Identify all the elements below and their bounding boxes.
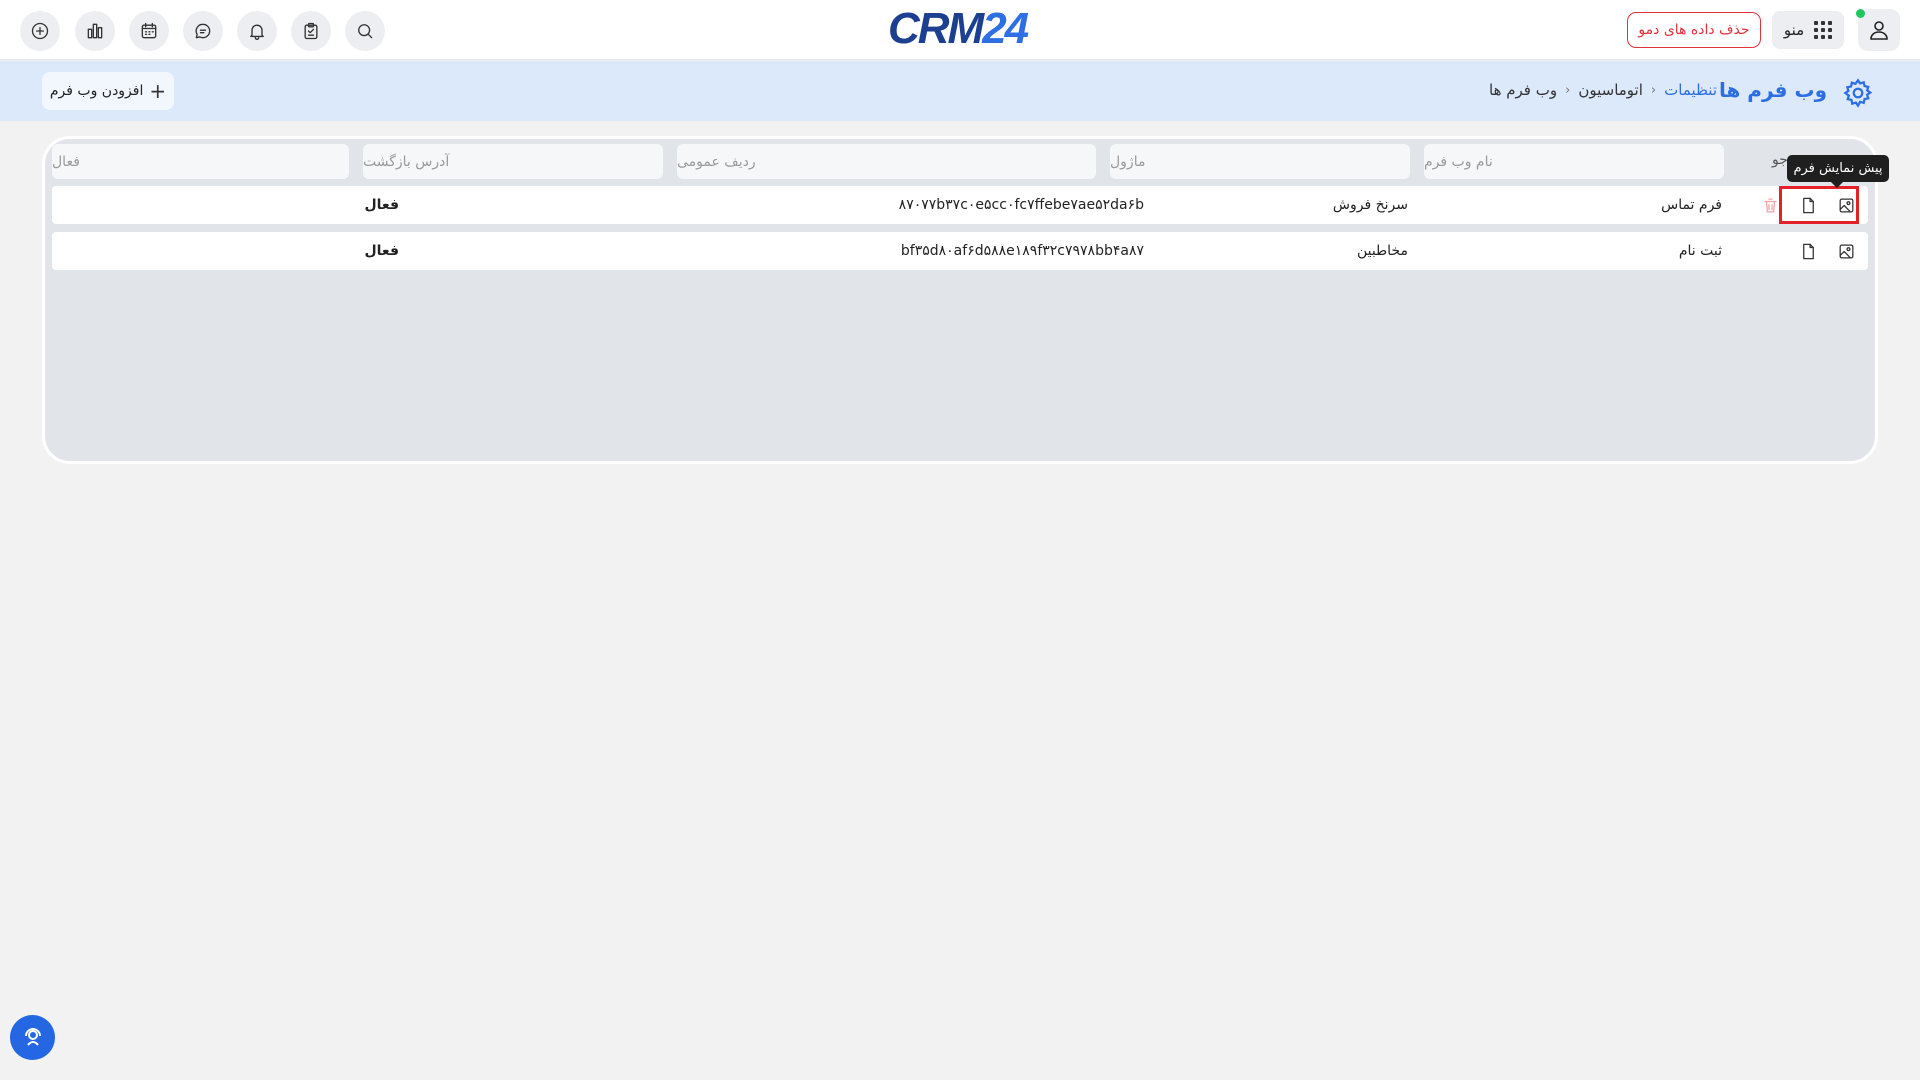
online-status-dot xyxy=(1856,9,1865,18)
filter-form-name[interactable]: نام وب فرم xyxy=(1424,144,1724,179)
trash-icon xyxy=(1763,198,1777,212)
search-button[interactable] xyxy=(345,11,385,51)
preview-highlight-box xyxy=(1779,186,1859,224)
apps-grid-icon xyxy=(1814,21,1833,39)
breadcrumb-current: وب فرم ها xyxy=(1489,81,1558,99)
add-circle-button[interactable] xyxy=(20,11,60,51)
crm24-logo[interactable]: CRM 24 xyxy=(888,4,1029,53)
filter-public-id[interactable]: ردیف عمومی xyxy=(677,144,1096,179)
row-status: فعال xyxy=(364,197,399,213)
row-module: سرنخ فروش xyxy=(1332,197,1408,213)
preview-tooltip: پیش نمایش فرم xyxy=(1787,155,1889,188)
table-row: فرم تماس سرنخ فروش ۸۷۰۷۷b۳۷c۰e۵cc۰fc۷ffe… xyxy=(52,186,1868,224)
row-public-id: ۸۷۰۷۷b۳۷c۰e۵cc۰fc۷ffebe۷ae۵۲da۶b xyxy=(898,197,1144,213)
breadcrumb-settings[interactable]: تنظیمات xyxy=(1664,81,1717,99)
form-code-button[interactable] xyxy=(1797,240,1819,262)
breadcrumb: تنظیمات ‹ اتوماسیون ‹ وب فرم ها xyxy=(1489,81,1717,99)
preview-form-button[interactable] xyxy=(1835,240,1857,262)
filter-active[interactable]: فعال xyxy=(52,144,349,179)
plus-icon: + xyxy=(149,79,167,103)
bar-chart-icon xyxy=(87,23,103,39)
calendar-icon xyxy=(141,22,157,39)
breadcrumb-automation[interactable]: اتوماسیون xyxy=(1578,81,1643,99)
filter-module[interactable]: ماژول xyxy=(1110,144,1410,179)
row-form-name: فرم تماس xyxy=(1661,197,1722,213)
page-title: وب فرم ها xyxy=(1718,78,1827,102)
support-agent-icon xyxy=(24,1027,41,1046)
chat-button[interactable] xyxy=(183,11,223,51)
row-form-name: ثبت نام xyxy=(1678,243,1722,259)
row-module: مخاطبین xyxy=(1356,243,1408,259)
menu-label: منو xyxy=(1783,21,1805,39)
reports-button[interactable] xyxy=(75,11,115,51)
settings-gear-icon xyxy=(1842,77,1874,109)
notifications-button[interactable] xyxy=(237,11,277,51)
bell-icon xyxy=(250,24,264,40)
row-status: فعال xyxy=(364,243,399,259)
add-webform-label: افزودن وب فرم xyxy=(49,83,144,99)
user-icon xyxy=(1870,21,1888,40)
logo-number: 24 xyxy=(982,4,1029,53)
filter-return-url[interactable]: آدرس بازگشت xyxy=(363,144,663,179)
add-webform-button[interactable]: + افزودن وب فرم xyxy=(42,72,174,110)
delete-row-button[interactable] xyxy=(1759,194,1781,216)
table-row: ثبت نام مخاطبین bf۳۵d۸۰af۶d۵۸۸e۱۸۹f۳۲c۷۹… xyxy=(52,232,1868,270)
image-preview-icon xyxy=(1839,244,1853,258)
chat-icon xyxy=(195,23,211,39)
support-chat-button[interactable] xyxy=(10,1015,55,1060)
plus-circle-icon xyxy=(31,22,49,40)
document-icon xyxy=(1802,243,1814,259)
calendar-button[interactable] xyxy=(129,11,169,51)
breadcrumb-chevron-icon: ‹ xyxy=(1650,82,1657,98)
tasks-button[interactable] xyxy=(291,11,331,51)
search-icon xyxy=(358,24,373,39)
breadcrumb-chevron-icon: ‹ xyxy=(1565,82,1571,98)
delete-demo-data-button[interactable]: حذف داده های دمو xyxy=(1627,12,1761,48)
search-column-label: جو xyxy=(1772,152,1788,168)
clipboard-icon xyxy=(304,22,318,40)
row-public-id: bf۳۵d۸۰af۶d۵۸۸e۱۸۹f۳۲c۷۹۷۸bb۴a۸۷ xyxy=(900,243,1144,259)
logo-crm: CRM xyxy=(888,4,984,53)
menu-button[interactable]: منو xyxy=(1772,11,1844,49)
